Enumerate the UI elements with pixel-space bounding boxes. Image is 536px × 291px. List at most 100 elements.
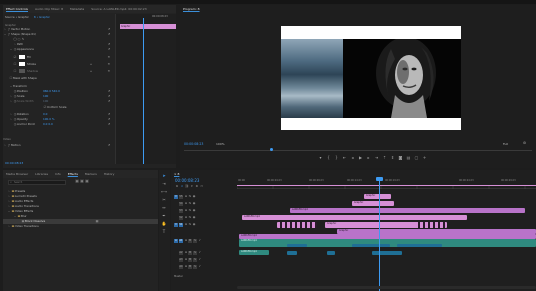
row-video-section[interactable]: Video (3, 137, 115, 142)
time-ruler[interactable]: 00:00 00:00:04:23 00:00:09:23 00:00:14:2… (236, 178, 536, 189)
track-header-v5[interactable]: V V5 ⊡⇆◉ (174, 194, 236, 200)
solo-button[interactable]: S (193, 258, 197, 262)
hand-tool-icon[interactable]: ✋ (161, 221, 167, 227)
graphic-stripes-clip[interactable] (415, 222, 447, 228)
add-icon[interactable]: + (89, 69, 93, 73)
track-target[interactable]: V1 (179, 223, 183, 227)
tab-effect-controls[interactable]: Effect Controls (3, 5, 31, 13)
tab-source[interactable]: Source: A LAWLER.mp4: 00:00:02:23 (88, 5, 149, 13)
row-uniform-scale[interactable]: ☑Uniform Scale (3, 105, 115, 110)
row-mask-with-shape[interactable]: ☐Mask with Shape (3, 76, 115, 81)
mic-icon[interactable]: ♪ (198, 238, 202, 242)
mini-graphic-clip[interactable]: Graphic (120, 24, 176, 29)
program-scrubber[interactable] (184, 150, 532, 151)
row-motion[interactable]: › ƒMotion ↺ (3, 143, 115, 148)
timeline-timecode[interactable]: 00:00:08:23 (175, 178, 199, 183)
tab-sequence[interactable]: × 8 (171, 170, 182, 178)
work-area-bar[interactable] (237, 185, 536, 186)
solo-button[interactable]: S (193, 239, 197, 243)
eyedropper-icon[interactable]: ✒ (107, 69, 111, 73)
mic-icon[interactable]: ♪ (198, 250, 202, 254)
mute-button[interactable]: M (188, 251, 192, 255)
tab-info[interactable]: Info (52, 170, 64, 178)
checkbox-checked-icon[interactable]: ☑ (13, 55, 17, 59)
solo-button[interactable]: S (193, 251, 197, 255)
reset-icon[interactable]: ↺ (107, 143, 111, 147)
row-appearance[interactable]: ⌄◷Appearance ↺ (3, 47, 115, 52)
play-icon[interactable]: ▶ (358, 155, 363, 160)
checkbox-icon[interactable]: ☐ (13, 62, 17, 66)
eye-icon[interactable]: ◉ (192, 222, 196, 226)
scale-width-value[interactable]: 100 (43, 99, 48, 104)
timeline-horizontal-scrollbar[interactable] (237, 286, 536, 289)
reset-icon[interactable]: ↺ (107, 32, 111, 36)
track-header-a2[interactable]: A2 ⊡ M S ♪ (174, 250, 236, 256)
track-target[interactable]: V4 (179, 202, 183, 206)
audio-waveform-clip[interactable] (327, 251, 335, 255)
add-marker-icon[interactable]: ▾ (190, 184, 194, 188)
selection-tool-icon[interactable]: ➤ (161, 173, 167, 179)
graphic-stripes-clip[interactable] (277, 222, 317, 228)
source-label[interactable]: Source • Graphic (5, 15, 29, 19)
program-timecode[interactable]: 00:00:08:23 (184, 142, 203, 146)
track-target[interactable]: A4 (179, 265, 183, 269)
track-header-v1[interactable]: V V1 ⊡⇆◉ (174, 222, 236, 228)
captions-icon[interactable]: ▭ (200, 184, 204, 188)
eye-icon[interactable]: ◉ (192, 201, 196, 205)
graphic-clip[interactable]: Graphic (352, 201, 394, 206)
reset-icon[interactable]: ↺ (107, 47, 111, 51)
track-header-v4[interactable]: V4 ⊡⇆◉ (174, 201, 236, 207)
solo-button[interactable]: S (193, 265, 197, 269)
row-shadow[interactable]: ☐ Shadow + ✒ (3, 69, 115, 74)
quality-select[interactable]: Full (503, 142, 508, 146)
pen-mask-icon[interactable]: ✎ (21, 37, 25, 41)
wrench-icon[interactable]: ⚙ (195, 184, 199, 188)
accelerated-filter-icon[interactable]: ▦ (75, 179, 79, 183)
tab-metadata[interactable]: Metadata (67, 5, 87, 13)
step-forward-icon[interactable]: ▸ (366, 155, 371, 160)
reset-icon[interactable]: ↺ (107, 112, 111, 116)
graphic-clip[interactable]: Graphic (364, 194, 391, 199)
row-stroke[interactable]: ☐ Stroke + ✒ (3, 62, 115, 67)
razor-tool-icon[interactable]: ✂ (161, 197, 167, 203)
mute-button[interactable]: M (188, 258, 192, 262)
add-button-icon[interactable]: + (422, 155, 427, 160)
source-patch-a1[interactable]: A (174, 239, 178, 243)
nest-icon[interactable]: ⧉ (175, 184, 179, 188)
32bit-filter-icon[interactable]: ▦ (79, 179, 84, 183)
lawler-clip[interactable]: LAWLER.mp4 (290, 208, 525, 213)
audio-waveform-clip[interactable] (287, 251, 297, 255)
reset-icon[interactable]: ↺ (107, 89, 111, 93)
stroke-swatch[interactable] (19, 62, 25, 66)
program-video-frame[interactable] (281, 26, 461, 130)
tab-program[interactable]: Program: 8 (180, 5, 203, 13)
row-anchor-point[interactable]: ◷Anchor Point 0.0 0.0 ↺ (3, 122, 115, 127)
row-fill[interactable]: ☑ Fill ✒ (3, 55, 115, 60)
track-header-v2[interactable]: V2 ⊡⇆◉ (174, 215, 236, 221)
marker-icon[interactable]: ▾ (318, 155, 323, 160)
tab-history[interactable]: History (101, 170, 118, 178)
tab-effects[interactable]: Effects (65, 170, 81, 178)
tree-item[interactable]: › ▬Video Transitions (7, 224, 158, 229)
eye-icon[interactable]: ◉ (192, 215, 196, 219)
type-tool-icon[interactable]: T (161, 229, 167, 235)
export-frame-icon[interactable]: ◙ (398, 155, 403, 160)
track-select-tool-icon[interactable]: ⇥ (161, 181, 167, 187)
mic-icon[interactable]: ♪ (198, 264, 202, 268)
eyedropper-icon[interactable]: ✒ (107, 55, 111, 59)
tab-markers[interactable]: Markers (82, 170, 100, 178)
shadow-swatch[interactable] (19, 69, 25, 73)
track-target[interactable]: V5 (179, 195, 183, 199)
add-icon[interactable]: + (89, 62, 93, 66)
snap-icon[interactable]: ∩ (180, 184, 184, 188)
fill-swatch[interactable] (19, 55, 25, 59)
program-playhead-marker[interactable] (270, 148, 273, 151)
effects-search-field[interactable]: ⌕ (8, 180, 66, 185)
anchor-point-value[interactable]: 0.0 0.0 (43, 122, 53, 127)
mini-playhead[interactable] (143, 18, 144, 164)
safe-margins-icon[interactable]: ▢ (414, 155, 419, 160)
wrench-icon[interactable]: ⚙ (523, 141, 526, 145)
track-target[interactable]: A2 (179, 251, 183, 255)
track-header-master[interactable]: Master (174, 274, 236, 280)
mark-in-icon[interactable]: { (326, 155, 331, 160)
